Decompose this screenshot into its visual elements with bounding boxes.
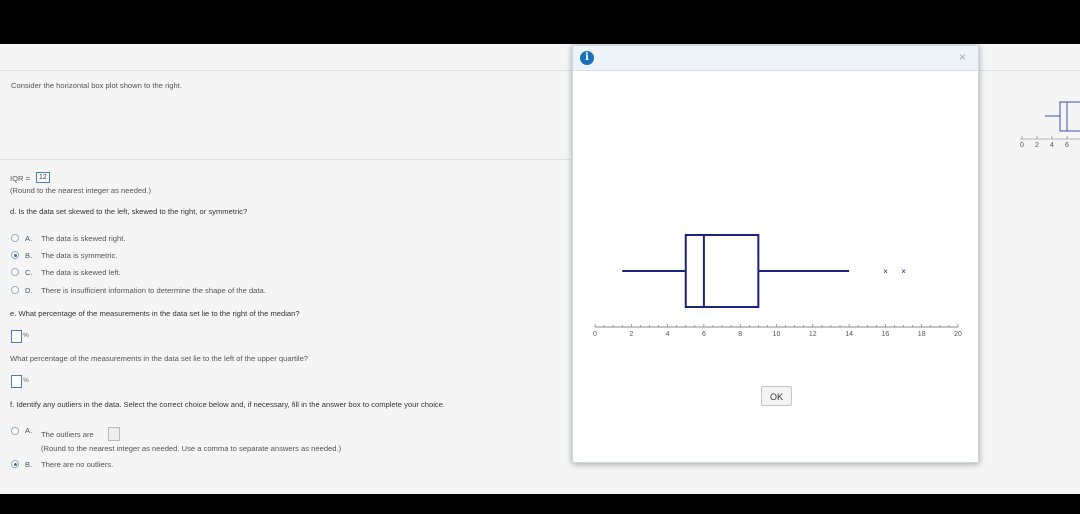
x-tick-label: 20 xyxy=(954,331,962,338)
part-d-prompt: d. Is the data set skewed to the left, s… xyxy=(10,207,248,216)
option-d-c-radio[interactable] xyxy=(11,268,19,276)
option-f-a-letter: A. xyxy=(25,426,33,435)
iqr-label: IQR = xyxy=(10,174,31,183)
outlier-marker-2: × xyxy=(901,267,906,276)
thumb-ticks: 0 2 4 6 xyxy=(1020,136,1069,149)
x-tick-label: 16 xyxy=(882,331,890,338)
option-d-d-letter: D. xyxy=(25,286,33,295)
x-tick-label: 2 xyxy=(629,331,633,338)
thumb-box xyxy=(1059,101,1080,132)
x-tick-label: 8 xyxy=(738,331,742,338)
part-f-prompt: f. Identify any outliers in the data. Se… xyxy=(10,400,446,409)
x-tick-label: 4 xyxy=(666,331,670,338)
option-f-b-letter: B. xyxy=(25,460,33,469)
option-d-a-letter: A. xyxy=(25,234,33,243)
outlier-marker-1: × xyxy=(883,267,888,276)
intro-text: Consider the horizontal box plot shown t… xyxy=(11,81,182,90)
iqr-note: (Round to the nearest integer as needed.… xyxy=(10,186,151,195)
x-tick-label: 12 xyxy=(809,331,817,338)
x-tick-label: 14 xyxy=(845,331,853,338)
iqr-box xyxy=(684,234,760,308)
pct-sign-1: % xyxy=(23,332,29,339)
option-d-b-radio[interactable] xyxy=(11,251,19,259)
ok-button[interactable]: OK xyxy=(761,386,792,406)
pct-sign-2: % xyxy=(23,377,29,384)
part-e-prompt-2: What percentage of the measurements in t… xyxy=(10,354,309,363)
left-of-upper-quartile-input[interactable] xyxy=(11,375,22,388)
part-e-prompt-1: e. What percentage of the measurements i… xyxy=(10,309,300,318)
right-of-median-input[interactable] xyxy=(11,330,22,343)
option-d-a-radio[interactable] xyxy=(11,234,19,242)
thumb-tick-label: 6 xyxy=(1065,142,1069,149)
outliers-input[interactable] xyxy=(108,427,120,441)
option-f-a-radio[interactable] xyxy=(11,427,19,435)
x-tick-label: 0 xyxy=(593,331,597,338)
option-d-c-letter: C. xyxy=(25,268,33,277)
option-f-b-radio[interactable] xyxy=(11,460,19,468)
x-tick-label: 18 xyxy=(918,331,926,338)
boxplot-thumbnail[interactable]: 0 2 4 6 xyxy=(1010,94,1080,154)
iqr-answer-box[interactable]: 12 xyxy=(36,172,50,183)
option-d-b-text[interactable]: The data is symmetric. xyxy=(41,251,117,260)
option-d-d-text[interactable]: There is insufficient information to det… xyxy=(41,286,266,295)
option-d-b-letter: B. xyxy=(25,251,33,260)
option-d-a-text[interactable]: The data is skewed right. xyxy=(41,234,125,243)
section-divider xyxy=(0,159,570,160)
x-tick-label: 10 xyxy=(773,331,781,338)
option-f-b-text[interactable]: There are no outliers. xyxy=(41,460,113,469)
option-f-a-text[interactable]: The outliers are xyxy=(41,430,94,439)
iqr-answer-value: 12 xyxy=(39,174,47,181)
option-d-c-text[interactable]: The data is skewed left. xyxy=(41,268,121,277)
thumb-tick-label: 2 xyxy=(1035,142,1039,149)
option-d-d-radio[interactable] xyxy=(11,286,19,294)
thumb-tick-label: 0 xyxy=(1020,142,1024,149)
thumb-tick-label: 4 xyxy=(1050,142,1054,149)
x-tick-label: 6 xyxy=(702,331,706,338)
boxplot-dialog: i × × × 0 2 4 6 8 10 12 14 16 18 20 OK xyxy=(572,45,979,463)
option-f-a-note: (Round to the nearest integer as needed.… xyxy=(41,444,342,453)
